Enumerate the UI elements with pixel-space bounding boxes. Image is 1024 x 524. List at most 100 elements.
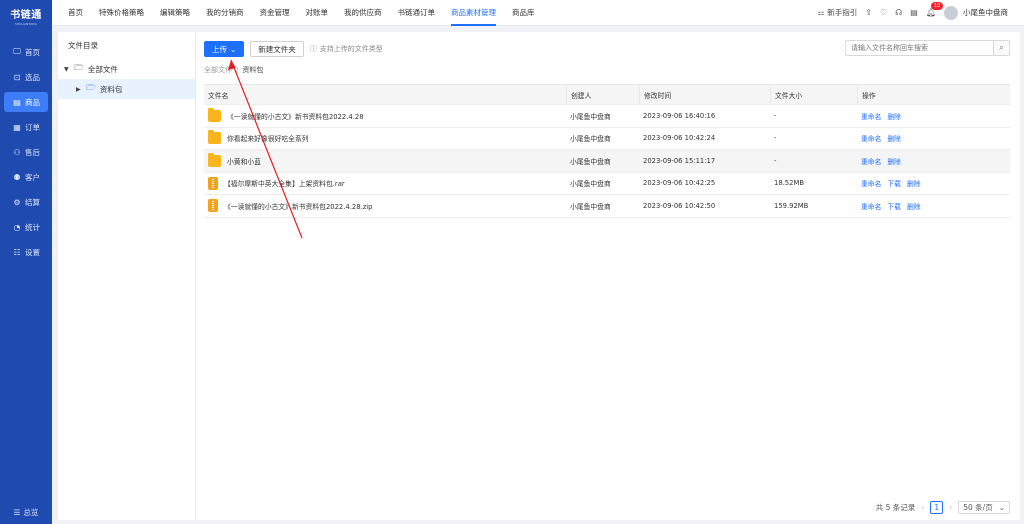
guide-icon: ⚏ [817, 8, 825, 17]
left-sidebar: 书链通 SHULIANTONG 🖵 首页 ⊡ 选品 ▤ 商品 ▦ 订单 ⚇ 售后 ⚉ 客户 ⚙ 结算 ◔ 统计… [0, 0, 52, 524]
sidebar-item[interactable]: ⚉ 客户 [4, 167, 48, 187]
cell-creator: 小尾鱼中盘商 [570, 135, 611, 144]
row-action-link[interactable]: 重命名 [861, 111, 881, 121]
caret-right-icon[interactable]: ▶ [76, 86, 82, 93]
folder-icon [208, 107, 221, 122]
top-tab[interactable]: 书链通订单 [390, 0, 444, 26]
supported-types-link[interactable]: ⓘ 支持上传的文件类型 [310, 44, 383, 54]
table-header: 文件名 创建人 修改时间 文件大小 操作 [204, 85, 1010, 105]
header-size: 文件大小 [770, 85, 857, 104]
page-size-select[interactable]: 50 条/页 ⌄ [958, 501, 1010, 514]
search-icon[interactable]: ⌕ [993, 40, 1010, 56]
tree-item-package[interactable]: ▶ 🗁 资料包 [58, 79, 195, 99]
sidebar-item[interactable]: ☷ 设置 [4, 242, 48, 262]
breadcrumb-root[interactable]: 全部文件 [204, 65, 232, 75]
sidebar-item[interactable]: 🖵 首页 [4, 42, 48, 62]
sidebar-item[interactable]: ▦ 订单 [4, 117, 48, 137]
top-tab[interactable]: 对账单 [298, 0, 337, 26]
directory-panel: 文件目录 ▼ 🗁 全部文件 ▶ 🗁 资料包 [58, 32, 196, 520]
sidebar-item[interactable]: ⚇ 售后 [4, 142, 48, 162]
row-action-link[interactable]: 下载 [887, 178, 901, 188]
search-input[interactable] [845, 40, 993, 56]
cell-ops: 重命名 下载 删除 [857, 201, 1010, 211]
top-tab[interactable]: 资金管理 [252, 0, 298, 26]
logo-subtext: SHULIANTONG [15, 22, 37, 26]
breadcrumb-separator: / [236, 66, 239, 74]
breadcrumb: 全部文件 / 资料包 [204, 60, 1010, 80]
headset-icon[interactable]: ☊ [895, 8, 902, 17]
top-tab[interactable]: 商品库 [504, 0, 543, 26]
favorite-icon[interactable]: ♡ [880, 8, 887, 17]
top-tab[interactable]: 我的供应商 [336, 0, 390, 26]
row-action-link[interactable]: 重命名 [861, 133, 881, 143]
new-folder-button[interactable]: 新建文件夹 [250, 41, 304, 57]
row-action-link[interactable]: 重命名 [861, 201, 881, 211]
notification-bell-icon[interactable]: 🔔︎ 10 [926, 2, 944, 17]
file-name[interactable]: 《一读就懂的小古文》新书资料包2022.4.28 [227, 111, 364, 121]
file-name[interactable]: 你看起来好像很好吃全系列 [227, 133, 309, 143]
user-name: 小尾鱼中盘商 [963, 8, 1008, 17]
top-tab[interactable]: 商品素材管理 [443, 0, 504, 26]
top-tab[interactable]: 特殊价格策略 [91, 0, 152, 26]
archive-file-icon [208, 199, 218, 213]
cell-ops: 重命名 下载 删除 [857, 178, 1010, 188]
row-action-link[interactable]: 删除 [907, 201, 921, 211]
page-size-label: 50 条/页 [963, 503, 993, 512]
cell-modified: 2023-09-06 15:11:17 [643, 156, 716, 165]
row-action-link[interactable]: 重命名 [861, 156, 881, 166]
directory-title: 文件目录 [68, 41, 98, 50]
sidebar-item[interactable]: ▤ 商品 [4, 92, 48, 112]
file-table: 文件名 创建人 修改时间 文件大小 操作 《一读就懂的小古文》新书资料包2022… [204, 84, 1010, 218]
sidebar-item[interactable]: ⊡ 选品 [4, 67, 48, 87]
table-row[interactable]: 《一读就懂的小古文》新书资料包2022.4.28 小尾鱼中盘商 2023-09-06… [204, 105, 1010, 128]
next-page-icon[interactable]: › [949, 503, 952, 512]
row-action-link[interactable]: 删除 [887, 133, 901, 143]
row-action-link[interactable]: 删除 [907, 178, 921, 188]
aftersale-icon: ⚇ [13, 147, 21, 157]
guide-button[interactable]: ⚏ 新手指引 [818, 7, 858, 18]
cell-name: 小黄和小蓝 [204, 152, 566, 167]
row-action-link[interactable]: 删除 [887, 156, 901, 166]
row-action-link[interactable]: 下载 [887, 201, 901, 211]
table-row[interactable]: 《一读就懂的小古文》新书资料包2022.4.28.zip 小尾鱼中盘商 2023-0… [204, 195, 1010, 218]
table-row[interactable]: 小黄和小蓝 小尾鱼中盘商 2023-09-06 15:11:17 - 重命名 删除 [204, 150, 1010, 173]
table-row[interactable]: 【福尔摩斯中英大全集】上架资料包.rar 小尾鱼中盘商 2023-09-06 10:… [204, 173, 1010, 195]
upload-button[interactable]: 上传 ⌄ [204, 41, 245, 57]
file-name[interactable]: 小黄和小蓝 [227, 156, 261, 166]
file-name[interactable]: 【福尔摩斯中英大全集】上架资料包.rar [224, 178, 345, 188]
sidebar-item[interactable]: ◔ 统计 [4, 217, 48, 237]
prev-page-icon[interactable]: ‹ [921, 503, 924, 512]
chevron-down-icon: ⌄ [230, 44, 237, 54]
cell-creator: 小尾鱼中盘商 [570, 180, 611, 189]
cell-ops: 重命名 删除 [857, 133, 1010, 143]
sidebar-item-label: 选品 [25, 72, 40, 82]
table-row[interactable]: 你看起来好像很好吃全系列 小尾鱼中盘商 2023-09-06 10:42:24 - 重命… [204, 128, 1010, 150]
sidebar-item[interactable]: ⚙ 结算 [4, 192, 48, 212]
cell-name: 【福尔摩斯中英大全集】上架资料包.rar [204, 176, 566, 190]
row-action-link[interactable]: 删除 [887, 111, 901, 121]
clipboard-icon[interactable]: ▤ [910, 8, 918, 17]
collapse-label: 总览 [23, 508, 39, 517]
cell-creator: 小尾鱼中盘商 [570, 202, 611, 211]
top-navbar: 首页 特殊价格策略 编辑策略 我的分销商 资金管理 对账单 我的供应商 书链通订单 商品素材管理… [52, 0, 1024, 26]
row-action-link[interactable]: 重命名 [861, 178, 881, 188]
chevron-down-icon: ⌄ [998, 503, 1005, 512]
top-tab[interactable]: 我的分销商 [198, 0, 252, 26]
user-menu[interactable]: 小尾鱼中盘商 [944, 5, 1008, 20]
collapse-sidebar-button[interactable]: ☰ 总览 [0, 507, 52, 518]
logo-text: 书链通 [10, 10, 42, 21]
tree-item-all-files[interactable]: ▼ 🗁 全部文件 [58, 59, 195, 79]
settings-icon: ☷ [13, 247, 21, 257]
folder-icon [208, 130, 221, 145]
page-number[interactable]: 1 [930, 501, 944, 514]
top-tab[interactable]: 首页 [60, 0, 91, 26]
cell-ops: 重命名 删除 [857, 111, 1010, 121]
top-tab[interactable]: 编辑策略 [152, 0, 198, 26]
search-box: ⌕ [845, 40, 1010, 56]
app-logo[interactable]: 书链通 SHULIANTONG [0, 0, 52, 32]
cell-ops: 重命名 删除 [857, 156, 1010, 166]
export-icon[interactable]: ⇪ [865, 8, 872, 17]
file-name[interactable]: 《一读就懂的小古文》新书资料包2022.4.28.zip [224, 201, 372, 211]
caret-down-icon[interactable]: ▼ [64, 66, 70, 73]
supported-types-label: 支持上传的文件类型 [319, 45, 383, 53]
